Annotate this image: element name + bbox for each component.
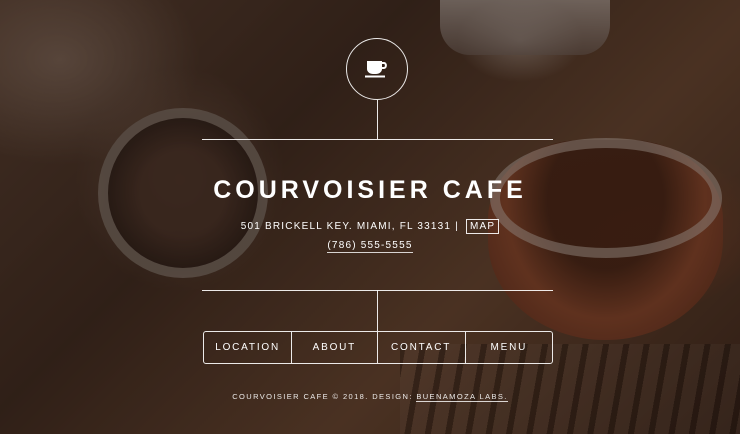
address-separator: | [455, 221, 459, 232]
page-title: COURVOISIER CAFE [213, 176, 527, 204]
nav-contact[interactable]: CONTACT [378, 332, 466, 363]
address-text: 501 BRICKELL KEY. MIAMI, FL 33131 [240, 221, 452, 232]
footer: COURVOISIER CAFE © 2018. DESIGN: BUENAMO… [0, 392, 740, 402]
phone-link[interactable]: (786) 555-5555 [327, 240, 413, 253]
main-nav: LOCATION ABOUT CONTACT MENU [203, 331, 553, 364]
footer-credit-link[interactable]: BUENAMOZA LABS. [416, 392, 508, 402]
divider-vertical-top [377, 100, 378, 139]
logo[interactable] [346, 38, 408, 100]
phone-row: (786) 555-5555 [0, 240, 740, 253]
hero: COURVOISIER CAFE 501 BRICKELL KEY. MIAMI… [0, 0, 740, 434]
footer-copyright: COURVOISIER CAFE © 2018. DESIGN: [232, 392, 413, 401]
divider-top [202, 139, 553, 140]
coffee-cup-icon [365, 61, 387, 78]
nav-about[interactable]: ABOUT [292, 332, 378, 363]
divider-vertical-bottom [377, 290, 378, 331]
address-row: 501 BRICKELL KEY. MIAMI, FL 33131 | MAP [0, 219, 740, 234]
map-link[interactable]: MAP [465, 219, 500, 234]
nav-menu[interactable]: MENU [466, 332, 552, 363]
nav-location[interactable]: LOCATION [204, 332, 293, 363]
